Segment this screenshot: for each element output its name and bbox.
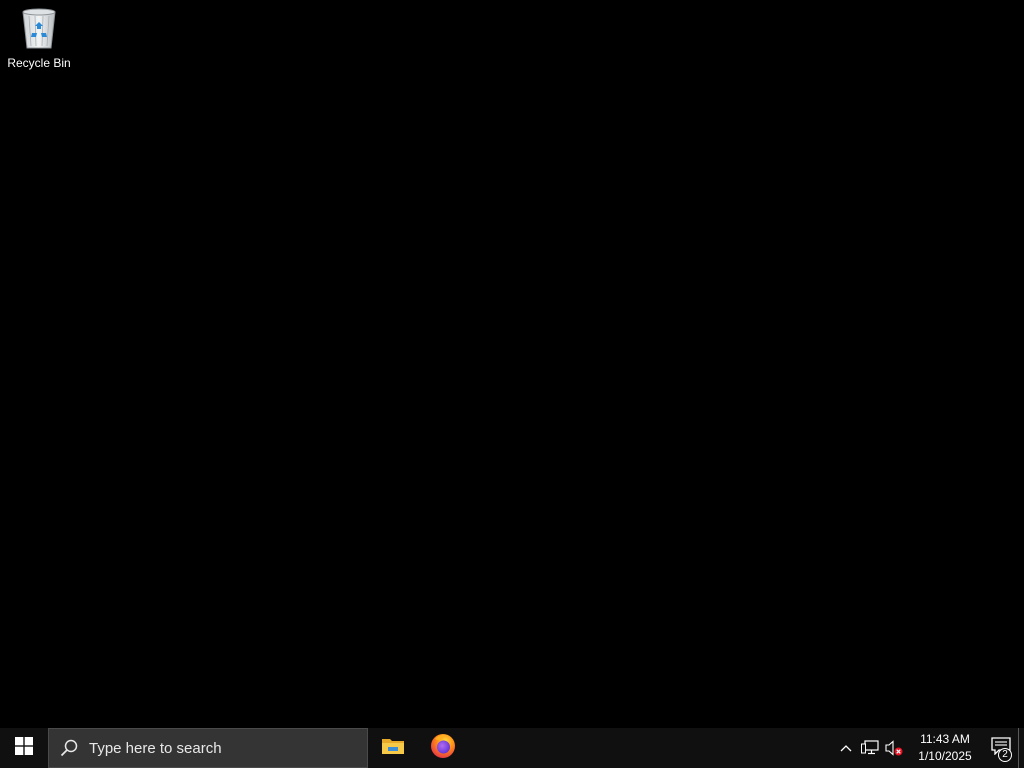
taskbar-app-file-explorer[interactable] <box>368 728 418 768</box>
windows-logo-icon <box>15 736 33 760</box>
notification-count-badge: 2 <box>998 748 1012 762</box>
desktop-icon-recycle-bin[interactable]: Recycle Bin <box>4 4 74 76</box>
clock-time: 11:43 AM <box>920 732 970 746</box>
taskbar-app-firefox[interactable] <box>418 728 468 768</box>
search-placeholder: Type here to search <box>89 739 222 757</box>
volume-muted-icon[interactable] <box>882 728 906 768</box>
firefox-icon <box>430 733 456 764</box>
search-icon <box>59 738 79 758</box>
desktop[interactable]: Recycle Bin <box>0 0 1024 728</box>
network-icon[interactable] <box>858 728 882 768</box>
taskbar-clock[interactable]: 11:43 AM 1/10/2025 <box>912 728 978 768</box>
system-tray: 11:43 AM 1/10/2025 2 <box>834 728 1024 768</box>
start-button[interactable] <box>0 728 48 768</box>
clock-date: 1/10/2025 <box>918 749 972 763</box>
recycle-bin-icon <box>17 4 61 52</box>
chevron-up-icon[interactable] <box>834 728 858 768</box>
file-explorer-icon <box>381 736 405 761</box>
taskbar: Type here to search 11:43 AM 1/10/2025 2 <box>0 728 1024 768</box>
action-center-button[interactable]: 2 <box>984 728 1018 768</box>
search-box[interactable]: Type here to search <box>48 728 368 768</box>
show-desktop-button[interactable] <box>1018 728 1024 768</box>
desktop-icon-label: Recycle Bin <box>7 56 71 70</box>
taskbar-spacer <box>468 728 834 768</box>
